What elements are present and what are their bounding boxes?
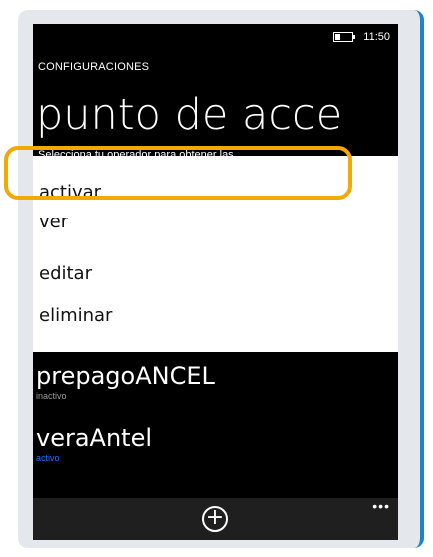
apn-status: activo	[36, 453, 60, 463]
page-title: punto de acce	[36, 90, 343, 140]
apn-item-prepago[interactable]: prepagoANCEL inactivo	[36, 362, 215, 401]
plus-circle-icon: +	[205, 505, 225, 530]
apn-name: prepagoANCEL	[36, 362, 215, 390]
status-bar: 11:50	[333, 30, 390, 44]
more-options-button[interactable]: •••	[372, 498, 390, 514]
menu-item-editar[interactable]: editar	[39, 263, 92, 284]
app-bar: + •••	[33, 498, 398, 540]
menu-item-ver[interactable]: ver	[39, 218, 68, 231]
apn-name: veraAntel	[36, 424, 153, 452]
battery-icon	[333, 32, 356, 42]
section-title: CONFIGURACIONES	[38, 61, 150, 73]
context-menu: activar ver editar eliminar	[33, 156, 398, 352]
add-apn-button[interactable]: +	[202, 506, 228, 532]
clock: 11:50	[363, 31, 390, 43]
menu-item-eliminar[interactable]: eliminar	[39, 305, 112, 326]
page-subtitle: Selecciona tu operador para obtener las	[38, 149, 234, 156]
phone-screen: 11:50 CONFIGURACIONES punto de acce Sele…	[33, 24, 398, 540]
apn-item-vera[interactable]: veraAntel activo	[36, 424, 152, 463]
apn-status: inactivo	[36, 391, 67, 401]
menu-item-activar[interactable]: activar	[39, 182, 101, 203]
